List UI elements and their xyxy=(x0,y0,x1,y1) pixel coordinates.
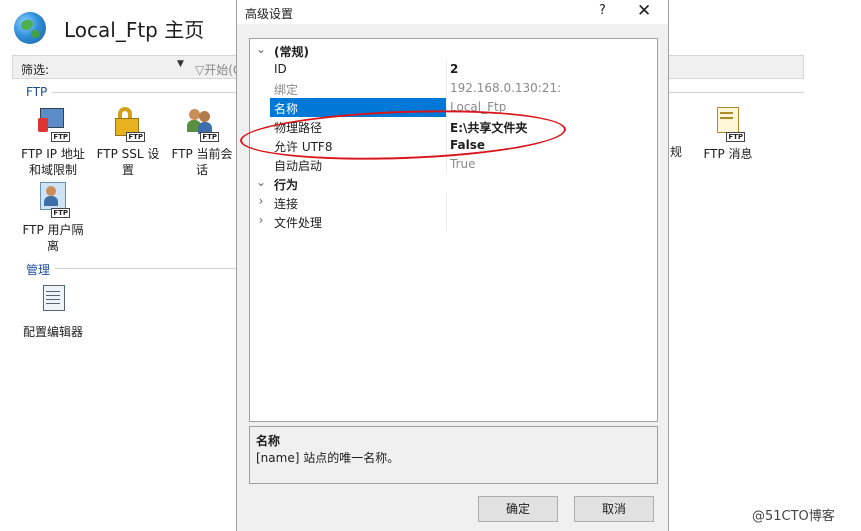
description-title: 名称 xyxy=(256,434,281,448)
group-header-ftp: FTP xyxy=(26,85,48,99)
property-row-name[interactable]: 名称 Local_Ftp xyxy=(250,98,657,117)
property-key: 自动启动 xyxy=(274,159,323,173)
ok-button[interactable]: 确定 xyxy=(478,496,558,522)
property-row-connections[interactable]: › 连接 xyxy=(250,193,657,212)
filter-label: 筛选: xyxy=(21,63,50,77)
ip-restrictions-icon: FTP xyxy=(36,106,70,142)
chevron-right-icon[interactable]: › xyxy=(254,194,268,208)
tile-ftp-messages[interactable]: FTP FTP 消息 xyxy=(698,106,758,162)
expand-icon[interactable]: ⌄ xyxy=(254,175,268,189)
property-grid[interactable]: ⌄ (常规) ID 2 绑定 192.168.0.130:21: 名称 Loca… xyxy=(249,38,658,422)
dialog-titlebar[interactable]: 高级设置 ? ✕ xyxy=(237,0,668,24)
column-divider xyxy=(446,136,447,155)
property-value: E:\共享文件夹 xyxy=(450,121,528,135)
column-divider xyxy=(446,212,447,231)
watermark: @51CTO博客 xyxy=(752,509,835,524)
expand-icon[interactable]: ⌄ xyxy=(254,42,268,56)
property-key: ID xyxy=(274,62,287,76)
category-behavior[interactable]: ⌄ 行为 xyxy=(250,174,657,193)
group-header-manage: 管理 xyxy=(26,263,51,277)
category-general[interactable]: ⌄ (常规) xyxy=(250,41,657,60)
property-key: 文件处理 xyxy=(274,216,323,230)
tile-ftp-ssl-settings[interactable]: FTP FTP SSL 设 置 xyxy=(94,106,162,178)
column-divider xyxy=(446,117,447,136)
help-button[interactable]: ? xyxy=(599,3,606,18)
property-key: 连接 xyxy=(274,197,299,211)
property-row-allow-utf8[interactable]: 允许 UTF8 False xyxy=(250,136,657,155)
property-key: 名称 xyxy=(270,98,446,117)
group-divider xyxy=(55,268,236,269)
group-divider xyxy=(669,92,804,93)
property-key: 绑定 xyxy=(274,83,299,97)
property-value: 2 xyxy=(450,62,459,76)
property-row-file-handling[interactable]: › 文件处理 xyxy=(250,212,657,231)
group-divider xyxy=(52,92,236,93)
lock-icon: FTP xyxy=(111,106,145,142)
property-row-physical-path[interactable]: 物理路径 E:\共享文件夹 xyxy=(250,117,657,136)
description-panel: 名称 [name] 站点的唯一名称。 xyxy=(249,426,658,484)
property-row-id[interactable]: ID 2 xyxy=(250,60,657,79)
tile-config-editor[interactable]: 配置编辑器 xyxy=(18,284,88,340)
property-key: 允许 UTF8 xyxy=(274,140,333,154)
chevron-right-icon[interactable]: › xyxy=(254,213,268,227)
property-key: 行为 xyxy=(274,178,299,192)
message-icon: FTP xyxy=(711,106,745,142)
column-divider xyxy=(446,60,447,79)
property-value: False xyxy=(450,138,485,152)
property-value: True xyxy=(450,157,476,171)
tile-ftp-ip-restrictions[interactable]: FTP FTP IP 地址 和域限制 xyxy=(16,106,90,178)
partial-tile-label: 规 xyxy=(670,145,683,159)
column-divider xyxy=(446,155,447,174)
dialog-title: 高级设置 xyxy=(245,7,294,21)
config-editor-icon xyxy=(36,284,70,320)
tile-ftp-user-isolation[interactable]: FTP FTP 用户隔 离 xyxy=(16,182,90,254)
column-divider xyxy=(446,79,447,98)
property-value: 192.168.0.130:21: xyxy=(450,81,562,95)
globe-icon xyxy=(14,12,46,44)
close-button[interactable]: ✕ xyxy=(637,1,651,21)
description-body: [name] 站点的唯一名称。 xyxy=(256,451,400,465)
users-icon: FTP xyxy=(185,106,219,142)
user-isolation-icon: FTP xyxy=(36,182,70,218)
property-key: 物理路径 xyxy=(274,121,323,135)
cancel-button[interactable]: 取消 xyxy=(574,496,654,522)
column-divider xyxy=(446,193,447,212)
chevron-down-icon[interactable]: ▼ xyxy=(177,59,184,69)
advanced-settings-dialog: 高级设置 ? ✕ ⌄ (常规) ID 2 绑定 192.168.0.130:21… xyxy=(236,0,669,531)
funnel-icon: ▽ xyxy=(195,63,205,77)
page-title: Local_Ftp 主页 xyxy=(64,18,205,42)
property-row-auto-start[interactable]: 自动启动 True xyxy=(250,155,657,174)
property-key: (常规) xyxy=(274,45,309,59)
tile-ftp-current-sessions[interactable]: FTP FTP 当前会 话 xyxy=(168,106,236,178)
column-divider xyxy=(446,98,447,117)
property-value[interactable]: Local_Ftp xyxy=(450,100,506,114)
property-row-bindings[interactable]: 绑定 192.168.0.130:21: xyxy=(250,79,657,98)
